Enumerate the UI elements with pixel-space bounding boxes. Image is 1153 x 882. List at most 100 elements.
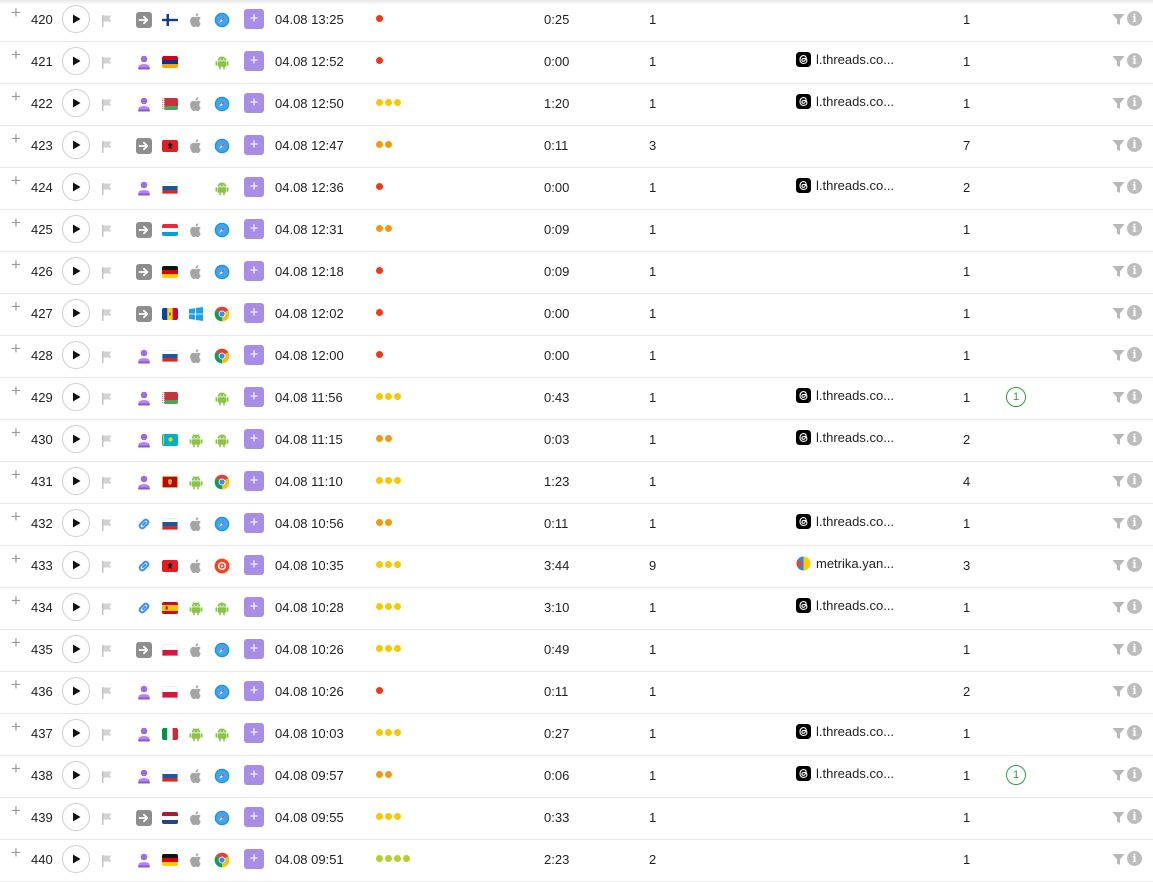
play-button[interactable] bbox=[62, 467, 90, 495]
expand-button[interactable]: + bbox=[11, 256, 21, 273]
play-button[interactable] bbox=[62, 299, 90, 327]
flag-icon[interactable] bbox=[101, 644, 113, 660]
filter-icon[interactable] bbox=[1112, 97, 1125, 113]
info-icon[interactable]: i bbox=[1127, 305, 1142, 320]
flag-icon[interactable] bbox=[101, 686, 113, 702]
info-icon[interactable]: i bbox=[1127, 641, 1142, 656]
info-icon[interactable]: i bbox=[1127, 683, 1142, 698]
play-button[interactable] bbox=[62, 257, 90, 285]
flag-icon[interactable] bbox=[101, 854, 113, 870]
expand-button[interactable]: + bbox=[11, 718, 21, 735]
play-button[interactable] bbox=[62, 593, 90, 621]
expand-button[interactable]: + bbox=[11, 88, 21, 105]
play-button[interactable] bbox=[62, 383, 90, 411]
flag-icon[interactable] bbox=[101, 182, 113, 198]
info-icon[interactable]: i bbox=[1127, 95, 1142, 110]
flag-icon[interactable] bbox=[101, 728, 113, 744]
add-button[interactable]: + bbox=[244, 177, 264, 197]
info-icon[interactable]: i bbox=[1127, 851, 1142, 866]
info-icon[interactable]: i bbox=[1127, 557, 1142, 572]
play-button[interactable] bbox=[62, 845, 90, 873]
expand-button[interactable]: + bbox=[11, 592, 21, 609]
filter-icon[interactable] bbox=[1112, 139, 1125, 155]
play-button[interactable] bbox=[62, 341, 90, 369]
filter-icon[interactable] bbox=[1112, 643, 1125, 659]
info-icon[interactable]: i bbox=[1127, 221, 1142, 236]
expand-button[interactable]: + bbox=[11, 802, 21, 819]
info-icon[interactable]: i bbox=[1127, 53, 1142, 68]
flag-icon[interactable] bbox=[101, 56, 113, 72]
flag-icon[interactable] bbox=[101, 812, 113, 828]
expand-button[interactable]: + bbox=[11, 340, 21, 357]
play-button[interactable] bbox=[62, 173, 90, 201]
filter-icon[interactable] bbox=[1112, 391, 1125, 407]
info-icon[interactable]: i bbox=[1127, 263, 1142, 278]
play-button[interactable] bbox=[62, 635, 90, 663]
play-button[interactable] bbox=[62, 803, 90, 831]
play-button[interactable] bbox=[62, 215, 90, 243]
add-button[interactable]: + bbox=[244, 93, 264, 113]
filter-icon[interactable] bbox=[1112, 13, 1125, 29]
expand-button[interactable]: + bbox=[11, 466, 21, 483]
flag-icon[interactable] bbox=[101, 560, 113, 576]
filter-icon[interactable] bbox=[1112, 727, 1125, 743]
expand-button[interactable]: + bbox=[11, 676, 21, 693]
play-button[interactable] bbox=[62, 551, 90, 579]
filter-icon[interactable] bbox=[1112, 811, 1125, 827]
add-button[interactable]: + bbox=[244, 723, 264, 743]
add-button[interactable]: + bbox=[244, 303, 264, 323]
flag-icon[interactable] bbox=[101, 476, 113, 492]
flag-icon[interactable] bbox=[101, 518, 113, 534]
add-button[interactable]: + bbox=[244, 807, 264, 827]
flag-icon[interactable] bbox=[101, 266, 113, 282]
play-button[interactable] bbox=[62, 5, 90, 33]
add-button[interactable]: + bbox=[244, 597, 264, 617]
expand-button[interactable]: + bbox=[11, 4, 21, 21]
filter-icon[interactable] bbox=[1112, 265, 1125, 281]
add-button[interactable]: + bbox=[244, 219, 264, 239]
expand-button[interactable]: + bbox=[11, 634, 21, 651]
filter-icon[interactable] bbox=[1112, 853, 1125, 869]
add-button[interactable]: + bbox=[244, 9, 264, 29]
flag-icon[interactable] bbox=[101, 350, 113, 366]
flag-icon[interactable] bbox=[101, 140, 113, 156]
info-icon[interactable]: i bbox=[1127, 599, 1142, 614]
info-icon[interactable]: i bbox=[1127, 431, 1142, 446]
info-icon[interactable]: i bbox=[1127, 473, 1142, 488]
expand-button[interactable]: + bbox=[11, 172, 21, 189]
flag-icon[interactable] bbox=[101, 434, 113, 450]
referrer-link[interactable]: metrika.yan... bbox=[796, 556, 894, 571]
add-button[interactable]: + bbox=[244, 765, 264, 785]
expand-button[interactable]: + bbox=[11, 382, 21, 399]
play-button[interactable] bbox=[62, 761, 90, 789]
referrer-link[interactable]: l.threads.co... bbox=[796, 388, 894, 403]
flag-icon[interactable] bbox=[101, 98, 113, 114]
info-icon[interactable]: i bbox=[1127, 389, 1142, 404]
add-button[interactable]: + bbox=[244, 429, 264, 449]
info-icon[interactable]: i bbox=[1127, 179, 1142, 194]
expand-button[interactable]: + bbox=[11, 760, 21, 777]
filter-icon[interactable] bbox=[1112, 223, 1125, 239]
add-button[interactable]: + bbox=[244, 261, 264, 281]
add-button[interactable]: + bbox=[244, 513, 264, 533]
play-button[interactable] bbox=[62, 425, 90, 453]
play-button[interactable] bbox=[62, 677, 90, 705]
info-icon[interactable]: i bbox=[1127, 515, 1142, 530]
referrer-link[interactable]: l.threads.co... bbox=[796, 52, 894, 67]
info-icon[interactable]: i bbox=[1127, 137, 1142, 152]
add-button[interactable]: + bbox=[244, 681, 264, 701]
add-button[interactable]: + bbox=[244, 51, 264, 71]
expand-button[interactable]: + bbox=[11, 844, 21, 861]
info-icon[interactable]: i bbox=[1127, 809, 1142, 824]
filter-icon[interactable] bbox=[1112, 517, 1125, 533]
info-icon[interactable]: i bbox=[1127, 725, 1142, 740]
flag-icon[interactable] bbox=[101, 308, 113, 324]
referrer-link[interactable]: l.threads.co... bbox=[796, 598, 894, 613]
expand-button[interactable]: + bbox=[11, 424, 21, 441]
filter-icon[interactable] bbox=[1112, 769, 1125, 785]
expand-button[interactable]: + bbox=[11, 508, 21, 525]
play-button[interactable] bbox=[62, 509, 90, 537]
play-button[interactable] bbox=[62, 89, 90, 117]
expand-button[interactable]: + bbox=[11, 550, 21, 567]
add-button[interactable]: + bbox=[244, 555, 264, 575]
